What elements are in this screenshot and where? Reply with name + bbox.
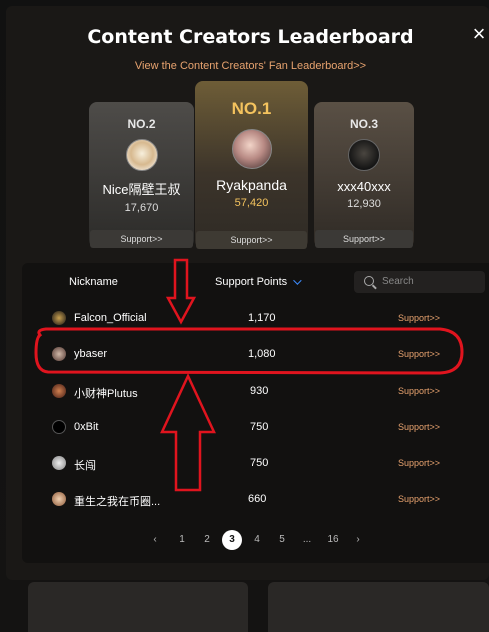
support-button[interactable]: Support>> <box>398 494 440 504</box>
row-nickname: Falcon_Official <box>74 312 147 324</box>
row-points: 1,080 <box>248 348 276 360</box>
avatar <box>52 492 66 506</box>
support-points-label: Support Points <box>215 276 288 288</box>
podium-card-rank-3: NO.3 xxx40xxx 12,930 Support>> <box>314 102 414 248</box>
row-nickname: 长闯 <box>74 460 96 472</box>
avatar <box>52 384 66 398</box>
support-button[interactable]: Support>> <box>398 422 440 432</box>
avatar[interactable] <box>125 139 158 171</box>
avatar <box>52 456 66 470</box>
row-nickname: 小财神Plutus <box>74 388 138 400</box>
search-icon <box>364 276 374 286</box>
row-points: 750 <box>250 421 269 433</box>
support-points-column-header[interactable]: Support Points <box>215 276 302 288</box>
table-row[interactable]: ybaser 1,080 Support>> <box>52 344 482 364</box>
page-5[interactable]: 5 <box>272 530 292 550</box>
background-card-right <box>268 582 489 632</box>
support-button[interactable]: Support>> <box>398 458 440 468</box>
table-row[interactable]: 0xBit 750 Support>> <box>52 417 482 437</box>
fan-leaderboard-link[interactable]: View the Content Creators' Fan Leaderboa… <box>0 60 489 72</box>
support-button[interactable]: Support>> <box>90 230 193 248</box>
search-input[interactable]: Search <box>354 271 485 293</box>
page-16[interactable]: 16 <box>323 530 343 550</box>
row-points: 750 <box>250 457 269 469</box>
page-ellipsis: ... <box>302 534 312 545</box>
page-3-current[interactable]: 3 <box>222 530 242 550</box>
creator-score: 12,930 <box>347 198 381 210</box>
creator-name: xxx40xxx <box>337 179 391 194</box>
nickname-column-header: Nickname <box>69 276 118 288</box>
avatar[interactable] <box>231 129 272 169</box>
prev-page-icon[interactable]: ‹ <box>145 530 165 550</box>
avatar <box>52 347 66 361</box>
creator-score: 57,420 <box>234 197 269 209</box>
creator-score: 17,670 <box>124 202 159 214</box>
table-row[interactable]: 长闯 750 Support>> <box>52 453 482 473</box>
row-points: 660 <box>248 493 267 505</box>
creator-name: Ryakpanda <box>216 177 287 193</box>
podium-card-rank-2: NO.2 Nice隔壁王叔 17,670 Support>> <box>89 102 194 248</box>
row-points: 1,170 <box>248 312 276 324</box>
row-nickname: ybaser <box>74 348 108 360</box>
rank-label: NO.1 <box>231 99 272 118</box>
modal-title: Content Creators Leaderboard <box>87 26 414 48</box>
avatar[interactable] <box>348 139 380 171</box>
page-4[interactable]: 4 <box>247 530 267 550</box>
next-page-icon[interactable]: › <box>348 530 368 550</box>
avatar <box>52 420 66 434</box>
page-1[interactable]: 1 <box>172 530 192 550</box>
avatar <box>52 311 66 325</box>
table-row[interactable]: 小财神Plutus 930 Support>> <box>52 381 482 401</box>
support-button[interactable]: Support>> <box>315 230 413 248</box>
row-nickname: 0xBit <box>74 421 99 433</box>
rank-label: NO.3 <box>349 117 378 131</box>
search-placeholder: Search <box>382 276 414 287</box>
support-button[interactable]: Support>> <box>196 231 307 249</box>
creator-name: Nice隔壁王叔 <box>102 182 181 197</box>
background-card-left <box>28 582 248 632</box>
support-button[interactable]: Support>> <box>398 349 440 359</box>
table-row[interactable]: Falcon_Official 1,170 Support>> <box>52 308 482 328</box>
support-button[interactable]: Support>> <box>398 313 440 323</box>
support-button[interactable]: Support>> <box>398 386 440 396</box>
podium-card-rank-1: NO.1 Ryakpanda 57,420 Support>> <box>195 81 308 249</box>
row-points: 930 <box>250 385 269 397</box>
table-row[interactable]: 重生之我在币圈... 660 Support>> <box>52 489 482 509</box>
page-2[interactable]: 2 <box>197 530 217 550</box>
row-nickname: 重生之我在币圈... <box>74 496 161 508</box>
rank-label: NO.2 <box>127 117 156 131</box>
